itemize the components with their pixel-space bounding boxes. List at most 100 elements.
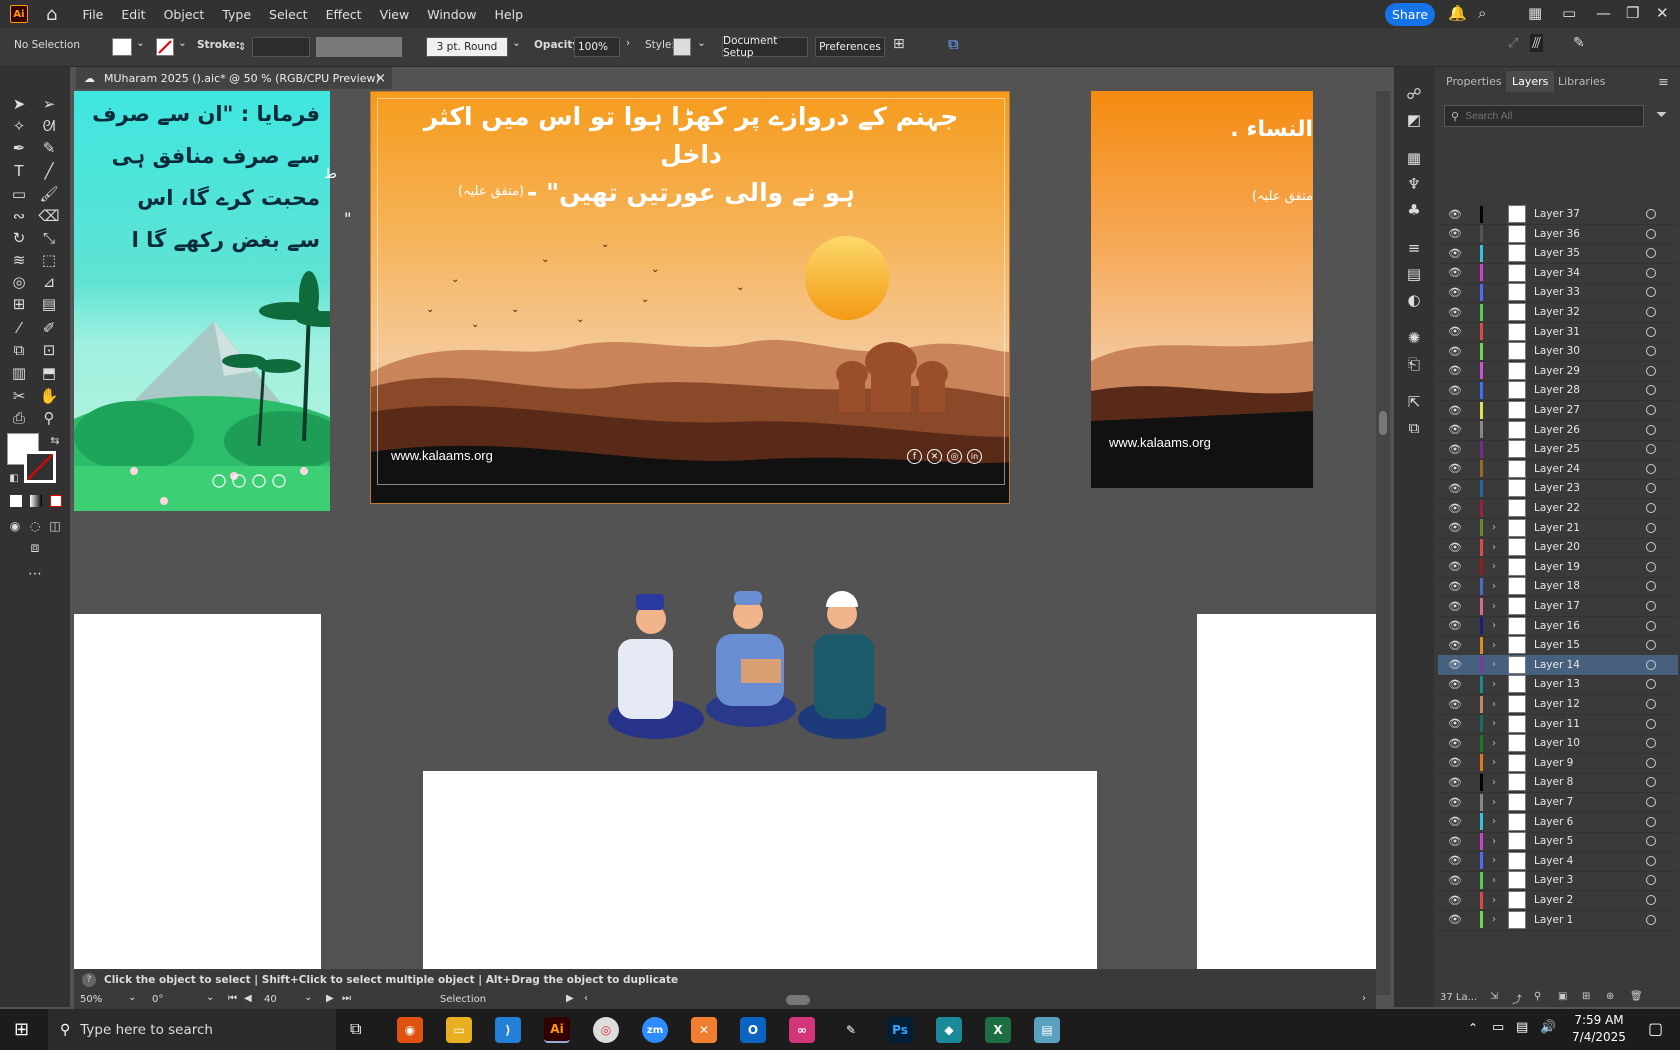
layer-target-icon[interactable]: [1646, 836, 1656, 847]
clock[interactable]: 7:59 AM 7/4/2025: [1566, 1012, 1632, 1046]
task-view-icon[interactable]: ⧉: [350, 1019, 361, 1039]
symbols-icon[interactable]: ♣: [1403, 199, 1425, 221]
layer-target-icon[interactable]: [1646, 561, 1656, 572]
layer-name[interactable]: Layer 34: [1534, 267, 1580, 279]
menu-help[interactable]: Help: [486, 7, 533, 22]
visibility-eye-icon[interactable]: 👁: [1448, 423, 1462, 436]
visibility-eye-icon[interactable]: 👁: [1448, 580, 1462, 593]
visibility-eye-icon[interactable]: 👁: [1448, 404, 1462, 417]
share-button[interactable]: Share: [1385, 3, 1435, 26]
chevron-up-icon[interactable]: ⌃: [1468, 1021, 1478, 1035]
expand-chevron-icon[interactable]: ›: [1492, 836, 1496, 847]
draw-inside-icon[interactable]: ◫: [44, 515, 66, 537]
visibility-eye-icon[interactable]: 👁: [1448, 306, 1462, 319]
visibility-eye-icon[interactable]: 👁: [1448, 266, 1462, 279]
chevron-right-icon[interactable]: ›: [1362, 993, 1366, 1004]
clipping-mask-icon[interactable]: ▣: [1558, 991, 1567, 1002]
layer-row[interactable]: 👁 Layer 37: [1438, 204, 1678, 225]
layer-row[interactable]: 👁 Layer 28: [1438, 380, 1678, 402]
layer-target-icon[interactable]: [1646, 326, 1656, 337]
menu-type[interactable]: Type: [213, 7, 260, 22]
rectangle-tool-icon[interactable]: ▭: [8, 183, 30, 205]
layer-target-icon[interactable]: [1646, 895, 1656, 905]
visibility-eye-icon[interactable]: 👁: [1448, 384, 1462, 397]
layer-row[interactable]: 👁 Layer 22: [1438, 498, 1678, 519]
visibility-eye-icon[interactable]: 👁: [1448, 208, 1462, 221]
visibility-eye-icon[interactable]: 👁: [1448, 482, 1462, 495]
expand-chevron-icon[interactable]: ›: [1492, 797, 1496, 808]
direct-selection-tool-icon[interactable]: ➢: [38, 93, 60, 115]
gradient-tool-icon[interactable]: ▤: [38, 293, 60, 315]
file-explorer-icon[interactable]: ▭: [446, 1017, 472, 1043]
layer-name[interactable]: Layer 18: [1534, 580, 1580, 592]
layer-target-icon[interactable]: [1646, 542, 1656, 553]
layer-target-icon[interactable]: [1646, 209, 1656, 219]
chevron-down-icon[interactable]: ⌄: [304, 992, 312, 1003]
expand-chevron-icon[interactable]: ›: [1492, 914, 1496, 925]
layer-target-icon[interactable]: [1646, 287, 1656, 298]
layer-row[interactable]: 👁 Layer 30: [1438, 341, 1678, 363]
delete-layer-icon[interactable]: 🗑: [1630, 991, 1643, 1002]
app-icon[interactable]: ◆: [936, 1017, 962, 1043]
layer-target-icon[interactable]: [1646, 914, 1656, 925]
zoom-app-icon[interactable]: zm: [642, 1017, 668, 1043]
layer-row[interactable]: 👁 › Layer 19: [1438, 557, 1678, 578]
layer-target-icon[interactable]: [1646, 483, 1656, 494]
layer-target-icon[interactable]: [1646, 855, 1656, 866]
expand-chevron-icon[interactable]: ›: [1492, 777, 1496, 788]
perspective-grid-icon[interactable]: ⊿: [38, 271, 60, 293]
layer-name[interactable]: Layer 17: [1534, 600, 1580, 612]
align-icon[interactable]: ⊞: [893, 36, 905, 52]
layer-target-icon[interactable]: [1646, 424, 1656, 435]
layer-row[interactable]: 👁 Layer 31: [1438, 322, 1678, 343]
menu-effect[interactable]: Effect: [317, 7, 371, 22]
visibility-eye-icon[interactable]: 👁: [1448, 678, 1462, 691]
layer-target-icon[interactable]: [1646, 659, 1656, 670]
arrange-icon[interactable]: ▭: [1562, 4, 1576, 22]
home-icon[interactable]: ⌂: [46, 4, 57, 25]
stroke-color-box[interactable]: [24, 451, 56, 483]
chevron-down-icon[interactable]: ⌄: [128, 992, 136, 1003]
layer-name[interactable]: Layer 11: [1534, 718, 1580, 730]
brush-definition[interactable]: 3 pt. Round: [426, 37, 508, 57]
bell-icon[interactable]: 🔔: [1448, 4, 1467, 22]
layer-row[interactable]: 👁 › Layer 4: [1438, 851, 1678, 872]
expand-chevron-icon[interactable]: ›: [1492, 561, 1496, 572]
tab-layers[interactable]: Layers: [1506, 71, 1555, 92]
layer-target-icon[interactable]: [1646, 346, 1656, 357]
chevron-down-icon[interactable]: ⌄: [178, 37, 187, 49]
layer-name[interactable]: Layer 19: [1534, 561, 1580, 573]
visibility-eye-icon[interactable]: 👁: [1448, 658, 1462, 671]
draw-normal-icon[interactable]: ◉: [4, 515, 26, 537]
creative-cloud-icon[interactable]: ∞: [789, 1017, 815, 1043]
expand-chevron-icon[interactable]: ›: [1492, 816, 1496, 827]
layer-name[interactable]: Layer 12: [1534, 698, 1580, 710]
layer-row[interactable]: 👁 › Layer 5: [1438, 831, 1678, 853]
stroke-panel-icon[interactable]: ≡: [1403, 237, 1425, 259]
free-transform-icon[interactable]: ⬚: [38, 249, 60, 271]
layer-target-icon[interactable]: [1646, 581, 1656, 592]
workspace-icon[interactable]: ▦: [1528, 4, 1542, 22]
visibility-eye-icon[interactable]: 👁: [1448, 286, 1462, 299]
collect-export-icon[interactable]: ⇲: [1490, 991, 1498, 1002]
visibility-eye-icon[interactable]: 👁: [1448, 639, 1462, 652]
layer-target-icon[interactable]: [1646, 307, 1656, 317]
swap-icon[interactable]: ⇆: [44, 429, 66, 451]
print-tiling-icon[interactable]: ⎙: [8, 407, 30, 429]
layer-name[interactable]: Layer 14: [1534, 659, 1580, 671]
layer-row[interactable]: 👁 Layer 27: [1438, 400, 1678, 421]
slice-tool-icon[interactable]: ✂: [8, 385, 30, 407]
visibility-eye-icon[interactable]: 👁: [1448, 835, 1462, 848]
chevron-down-icon[interactable]: ⌄: [136, 37, 145, 49]
chrome-icon[interactable]: ◎: [593, 1017, 619, 1043]
tab-properties[interactable]: Properties: [1446, 75, 1502, 88]
expand-chevron-icon[interactable]: ›: [1492, 581, 1496, 592]
vertical-scrollbar[interactable]: [1376, 91, 1390, 995]
document-tab[interactable]: ☁ MUharam 2025 ().aic* @ 50 % (RGB/CPU P…: [76, 67, 392, 91]
notepad-icon[interactable]: ▤: [1034, 1017, 1060, 1043]
restore-icon[interactable]: ❐: [1626, 4, 1639, 22]
variable-width-profile[interactable]: [316, 37, 402, 57]
chevron-left-icon[interactable]: ‹: [584, 993, 588, 1004]
type-tool-icon[interactable]: T: [8, 160, 30, 182]
tab-libraries[interactable]: Libraries: [1558, 75, 1606, 88]
